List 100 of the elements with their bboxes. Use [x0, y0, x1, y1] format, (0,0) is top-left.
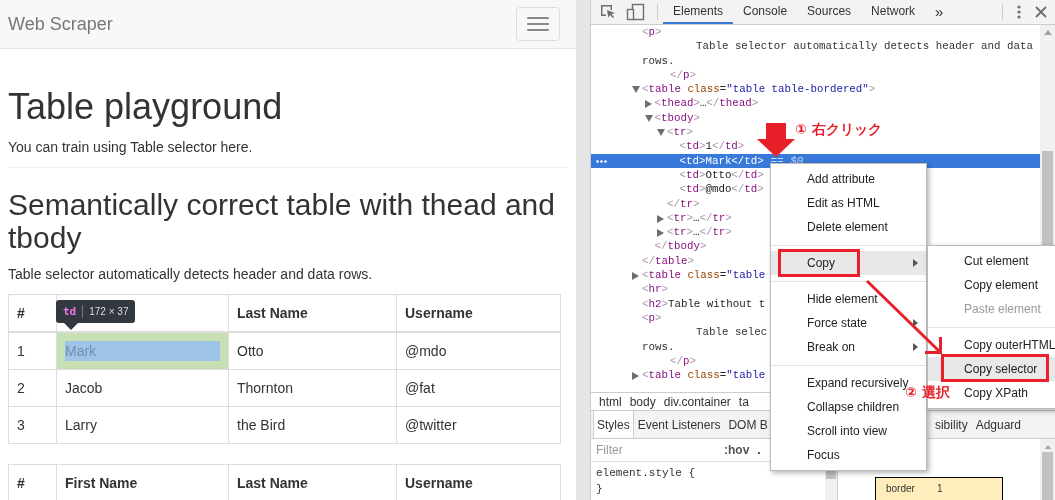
box-model-value: 1 [936, 483, 943, 496]
dom-closing-tag: </tr> [667, 196, 700, 211]
dom-node-row[interactable]: <td>@mdo</td> [591, 182, 764, 197]
dom-text-line: Table selec [696, 325, 768, 340]
step-annotation: ① 右クリック [795, 121, 882, 137]
submenu-arrow-icon [913, 319, 918, 327]
menu-item[interactable]: Delete element [807, 215, 888, 239]
box-model-label: border [886, 483, 915, 496]
breadcrumb-item[interactable]: body [629, 394, 656, 409]
table-cell: 1 [8, 332, 57, 370]
dom-node-tag: <td>Mark</td> [679, 153, 764, 168]
menu-item[interactable]: Focus [807, 443, 840, 467]
table-cell: the Bird [228, 406, 397, 444]
menu-item[interactable]: Copy XPath [964, 381, 1029, 405]
dom-node-tag: <table class="table [642, 268, 766, 283]
dom-node-row[interactable]: <table class="table table-bordered"> [591, 82, 876, 97]
class-toggle[interactable]: . [757, 443, 761, 457]
style-rule-line: element.style { [596, 466, 697, 481]
column-header: # [8, 464, 57, 500]
dom-node-tag: <td>@mdo</td> [679, 182, 764, 197]
dom-text-line: rows. [642, 339, 675, 354]
dom-node-row[interactable]: <p> [591, 25, 662, 40]
dom-node-row[interactable]: <td>Otto</td> [591, 167, 764, 183]
menu-item[interactable]: Scroll into view [807, 419, 888, 443]
dom-node-row[interactable]: <table class="table [591, 268, 766, 283]
more-options-icon [1017, 5, 1021, 19]
dom-node-tag: <h2>Table without t [642, 296, 766, 311]
dom-node-tag: <tr>…</tr> [667, 225, 732, 240]
menu-item[interactable]: Copy selector [928, 357, 1055, 381]
scroll-up-icon [1043, 30, 1052, 35]
dom-node-tag: <p> [642, 310, 662, 326]
menu-item[interactable]: Break on [771, 335, 926, 359]
dom-node-tag: <tbody> [654, 110, 700, 126]
filter-field[interactable]: Filter [596, 443, 716, 457]
panel-tab[interactable]: Styles [593, 411, 634, 438]
breadcrumb-item[interactable]: ta [738, 394, 749, 409]
devtools-tab[interactable]: Sources [797, 0, 862, 24]
column-header: Username [396, 294, 561, 332]
menu-item[interactable]: Copy element [964, 273, 1039, 297]
table-cell: Larry [56, 406, 229, 444]
page-heading: Table playground [8, 87, 284, 127]
dom-node-row[interactable]: <thead>…</thead> [591, 96, 759, 111]
menu-button[interactable] [516, 7, 560, 41]
more-tabs-button[interactable]: » [925, 0, 954, 24]
dom-node-row[interactable]: <table class="table [591, 368, 766, 383]
dom-node-row[interactable]: <tr>…</tr> [591, 225, 732, 240]
intro-text: You can train using Table selector here. [8, 138, 254, 157]
dom-node-tag: <tr>…</tr> [667, 210, 732, 226]
table-cell: 2 [8, 369, 57, 407]
menu-item[interactable]: Force state [771, 311, 926, 335]
devtools-tab[interactable]: Network [861, 0, 926, 24]
dom-text-line: Table selector automatically detects header and data [696, 39, 1033, 54]
submenu-arrow-icon [913, 259, 918, 267]
table-cell: 3 [8, 406, 57, 444]
dom-node-tag: <table class="table table-bordered"> [642, 82, 876, 97]
submenu-arrow-icon [913, 343, 918, 351]
style-rule-line: } [596, 482, 604, 497]
table-cell: @mdo [396, 332, 561, 370]
dom-node-tag: <tr> [667, 125, 693, 140]
more-dots-icon [596, 159, 607, 163]
tooltip-size: 172 × 37 [89, 306, 129, 317]
menu-item[interactable]: Hide element [807, 287, 878, 311]
section-description: Table selector automatically detects header and data rows. [8, 265, 374, 284]
scroll-up-icon [1043, 445, 1052, 449]
menu-item[interactable]: Cut element [964, 249, 1029, 273]
dom-node-row[interactable]: <tbody> [591, 110, 700, 126]
panel-tab[interactable]: Event Listeners [633, 411, 725, 438]
scrollbar-thumb [1042, 452, 1053, 500]
table-cell: Thornton [228, 369, 397, 407]
panel-tab[interactable]: sibility [930, 411, 972, 438]
dom-node-row[interactable]: <tr>…</tr> [591, 210, 732, 226]
table-cell: @twitter [396, 406, 561, 444]
section-heading: Semantically correct table with thead and tbody [8, 188, 556, 254]
menu-item[interactable]: Collapse children [807, 395, 900, 419]
breadcrumb-item[interactable]: div.container [663, 394, 731, 409]
menu-item[interactable]: Copy [771, 251, 926, 275]
inspect-cursor-icon [599, 4, 616, 20]
dom-closing-tag: </p> [670, 67, 696, 83]
dom-node-tag: <table class="table [642, 368, 766, 383]
devtools-tab[interactable]: Elements [663, 0, 734, 24]
tooltip-tag: td [63, 305, 77, 318]
dom-node-row[interactable]: <hr> [591, 282, 668, 297]
dom-node-row[interactable]: <tr> [591, 125, 693, 140]
dom-node-row[interactable]: <p> [591, 310, 662, 326]
column-header: First Name [56, 464, 229, 500]
dom-node-tag: <thead>…</thead> [654, 96, 759, 111]
hover-state-toggle[interactable]: :hov [724, 443, 750, 457]
menu-item[interactable]: Copy outerHTML [964, 333, 1055, 357]
panel-tab[interactable]: DOM B [724, 411, 772, 438]
devtools-tab[interactable]: Console [733, 0, 798, 24]
device-toggle-icon [626, 3, 645, 21]
down-arrow-icon [757, 123, 795, 157]
dom-node-row[interactable]: <h2>Table without t [591, 296, 766, 311]
menu-item[interactable]: Add attribute [807, 167, 876, 191]
table-cell: Jacob [56, 369, 229, 407]
breadcrumb-item[interactable]: html [599, 394, 622, 409]
brand-title[interactable]: Web Scraper [8, 13, 113, 35]
menu-item[interactable]: Edit as HTML [807, 191, 880, 215]
panel-tab[interactable]: Adguard [971, 411, 1025, 438]
dom-node-row[interactable]: <td>1</td> [591, 139, 745, 154]
